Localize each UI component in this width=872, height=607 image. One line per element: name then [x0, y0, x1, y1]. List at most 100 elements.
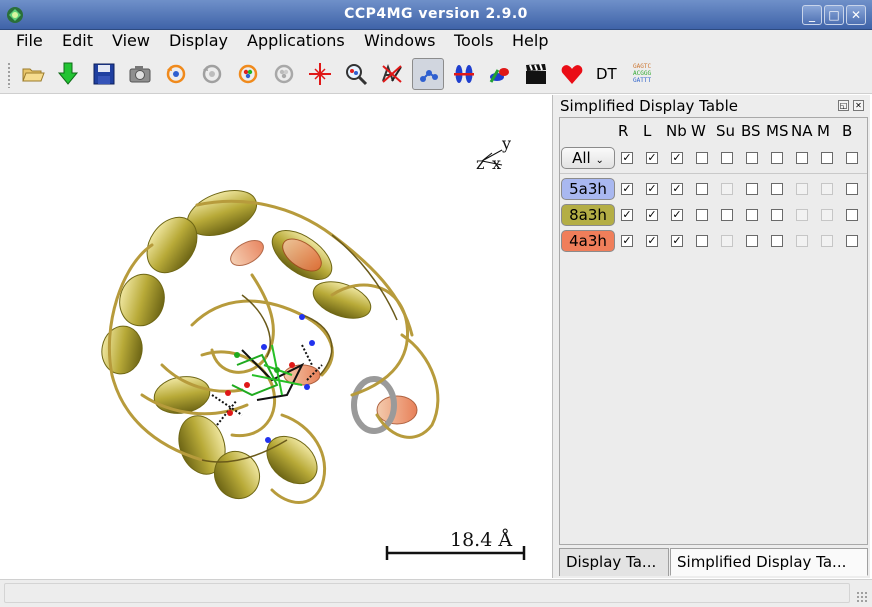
symmetry-button[interactable] [448, 58, 480, 90]
obj-4a3h-checkbox-bs[interactable] [746, 235, 758, 247]
picked-atoms-toggle[interactable] [412, 58, 444, 90]
obj-5a3h-checkbox-w[interactable] [696, 183, 708, 195]
obj-5a3h-checkbox-su[interactable] [721, 183, 733, 195]
obj-8a3h-checkbox-bs[interactable] [746, 209, 758, 221]
obj-5a3h-checkbox-na[interactable] [796, 183, 808, 195]
save-button[interactable] [88, 58, 120, 90]
obj-8a3h-checkbox-su[interactable] [721, 209, 733, 221]
obj-5a3h-checkbox-bs[interactable] [746, 183, 758, 195]
obj-8a3h-checkbox-ms[interactable] [771, 209, 783, 221]
x-axis-label: x [492, 154, 501, 173]
spin-color-button[interactable] [232, 58, 264, 90]
svg-text:GATTT: GATTT [633, 77, 651, 84]
sequence-button[interactable]: GAGTC ACGGG GATTT [628, 58, 660, 90]
obj-4a3h-checkbox-l[interactable]: ✓ [646, 235, 658, 247]
all-checkbox-na[interactable] [796, 152, 808, 164]
surface-color-button[interactable] [484, 58, 516, 90]
obj-4a3h-checkbox-r[interactable]: ✓ [621, 235, 633, 247]
obj-8a3h-checkbox-l[interactable]: ✓ [646, 209, 658, 221]
menu-edit[interactable]: Edit [62, 31, 93, 51]
all-checkbox-ms[interactable] [771, 152, 783, 164]
tab-simplified-display-table[interactable]: Simplified Display Ta... [670, 548, 868, 576]
all-checkbox-nb[interactable]: ✓ [671, 152, 683, 164]
hide-atoms-button[interactable] [376, 58, 408, 90]
all-dropdown[interactable]: All ⌄ [561, 147, 615, 169]
all-checkbox-w[interactable] [696, 152, 708, 164]
spin-orange-button[interactable] [160, 58, 192, 90]
picked-atoms-icon [420, 70, 438, 82]
menu-display[interactable]: Display [169, 31, 228, 51]
close-button[interactable]: ✕ [846, 5, 866, 25]
svg-text:ACGGG: ACGGG [633, 70, 651, 77]
col-header-bs: BS [741, 122, 761, 140]
save-disk-icon [93, 63, 115, 85]
movie-button[interactable] [520, 58, 552, 90]
molecular-viewport[interactable]: y x z 18.4 Å [2, 95, 553, 578]
rotate-multicolor-icon [238, 64, 258, 84]
all-checkbox-b[interactable] [846, 152, 858, 164]
open-file-button[interactable] [17, 58, 49, 90]
resize-grip[interactable] [856, 591, 868, 603]
obj-8a3h-checkbox-b[interactable] [846, 209, 858, 221]
dt-button[interactable]: DT [596, 65, 617, 83]
toolbar-grip[interactable] [7, 62, 11, 88]
obj-5a3h-checkbox-l[interactable]: ✓ [646, 183, 658, 195]
obj-8a3h-checkbox-w[interactable] [696, 209, 708, 221]
obj-4a3h-checkbox-nb[interactable]: ✓ [671, 235, 683, 247]
center-button[interactable] [304, 58, 336, 90]
spin-grey-button[interactable] [196, 58, 228, 90]
dock-float-button[interactable]: ◱ [838, 100, 849, 111]
menu-file[interactable]: File [16, 31, 43, 51]
all-checkbox-m[interactable] [821, 152, 833, 164]
obj-4a3h-checkbox-na[interactable] [796, 235, 808, 247]
dock-close-button[interactable]: ✕ [853, 100, 864, 111]
zoom-magnifier-icon [346, 64, 368, 86]
zoom-button[interactable] [340, 58, 372, 90]
obj-4a3h-checkbox-w[interactable] [696, 235, 708, 247]
favourite-button[interactable] [556, 58, 588, 90]
spin-color-grey-button[interactable] [268, 58, 300, 90]
object-button-8a3h[interactable]: 8a3h [561, 204, 615, 226]
download-button[interactable] [52, 58, 84, 90]
obj-8a3h-checkbox-r[interactable]: ✓ [621, 209, 633, 221]
scale-bar: 18.4 Å [385, 529, 526, 560]
display-table: R L Nb W Su BS MS NA M B All ⌄ 5a3h 8a3h… [559, 117, 868, 545]
menu-windows[interactable]: Windows [364, 31, 435, 51]
col-header-nb: Nb [666, 122, 687, 140]
obj-4a3h-checkbox-su[interactable] [721, 235, 733, 247]
all-checkbox-l[interactable]: ✓ [646, 152, 658, 164]
molecule-paint-icon [489, 68, 509, 83]
main-toolbar: DT GAGTC ACGGG GATTT [0, 54, 872, 94]
object-button-4a3h[interactable]: 4a3h [561, 230, 615, 252]
menu-bar: File Edit View Display Applications Wind… [0, 30, 872, 54]
molecule-render[interactable]: y x z 18.4 Å [2, 95, 553, 578]
object-button-5a3h[interactable]: 5a3h [561, 178, 615, 200]
menu-help[interactable]: Help [512, 31, 548, 51]
obj-5a3h-checkbox-b[interactable] [846, 183, 858, 195]
obj-5a3h-checkbox-nb[interactable]: ✓ [671, 183, 683, 195]
heart-icon [561, 65, 583, 84]
movie-clapper-icon [526, 63, 546, 84]
menu-tools[interactable]: Tools [454, 31, 493, 51]
rotate-grey-icon [202, 64, 222, 84]
obj-8a3h-checkbox-na[interactable] [796, 209, 808, 221]
tab-display-table[interactable]: Display Ta... [559, 548, 669, 576]
obj-5a3h-checkbox-r[interactable]: ✓ [621, 183, 633, 195]
obj-4a3h-checkbox-ms[interactable] [771, 235, 783, 247]
obj-4a3h-checkbox-b[interactable] [846, 235, 858, 247]
all-checkbox-su[interactable] [721, 152, 733, 164]
minimize-button[interactable]: _ [802, 5, 822, 25]
all-checkbox-r[interactable]: ✓ [621, 152, 633, 164]
obj-4a3h-checkbox-m[interactable] [821, 235, 833, 247]
obj-8a3h-checkbox-m[interactable] [821, 209, 833, 221]
maximize-button[interactable]: □ [824, 5, 844, 25]
menu-applications[interactable]: Applications [247, 31, 345, 51]
obj-5a3h-checkbox-ms[interactable] [771, 183, 783, 195]
obj-8a3h-checkbox-nb[interactable]: ✓ [671, 209, 683, 221]
menu-view[interactable]: View [112, 31, 150, 51]
screenshot-button[interactable] [124, 58, 156, 90]
all-checkbox-bs[interactable] [746, 152, 758, 164]
obj-5a3h-checkbox-m[interactable] [821, 183, 833, 195]
svg-text:GAGTC: GAGTC [633, 63, 651, 70]
symmetry-bars-icon [454, 65, 474, 83]
